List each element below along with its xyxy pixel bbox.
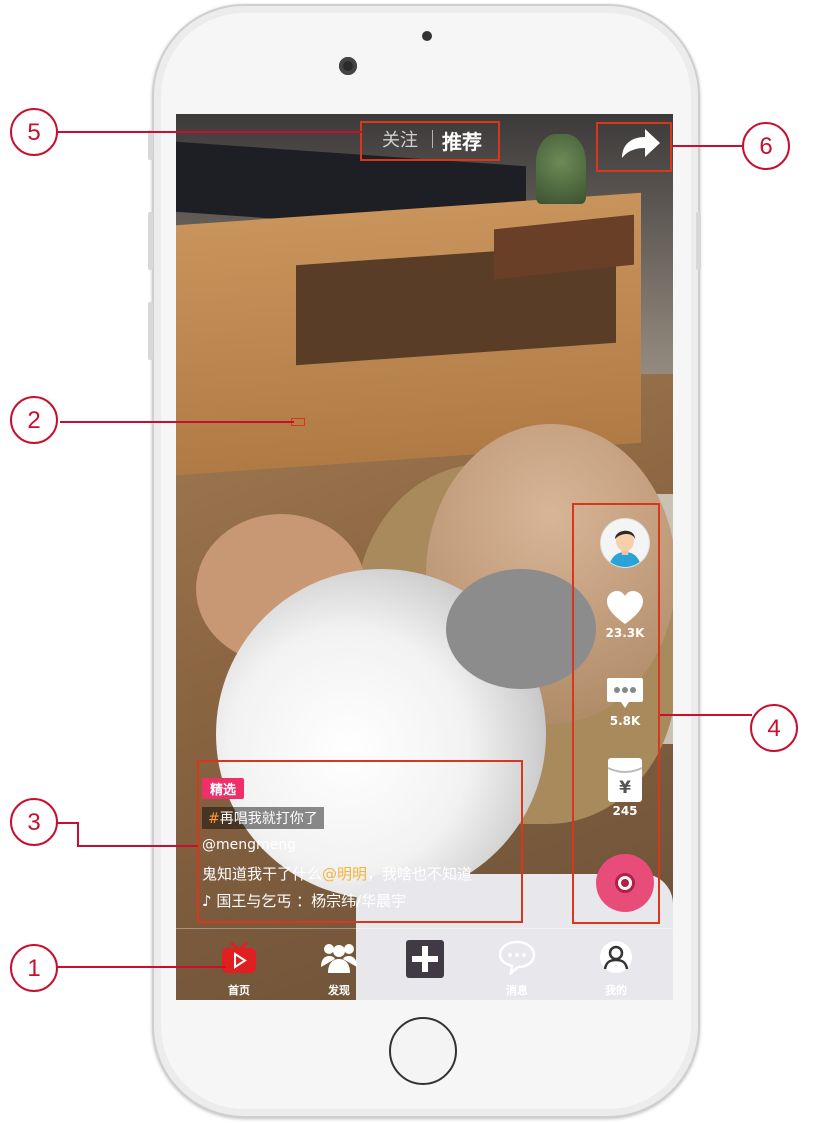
mute-switch bbox=[148, 130, 153, 160]
discover-people-icon bbox=[321, 944, 357, 973]
nav-home[interactable]: 首页 bbox=[209, 939, 269, 998]
callout-box-top-tabs bbox=[360, 121, 500, 161]
volume-down-button bbox=[148, 302, 153, 360]
nav-discover[interactable]: 发现 bbox=[309, 939, 369, 998]
leader-line-2 bbox=[60, 421, 294, 423]
callout-box-caption bbox=[197, 760, 523, 923]
leader-line-6 bbox=[672, 145, 742, 147]
nav-add[interactable] bbox=[395, 939, 455, 982]
callout-box-actions bbox=[572, 503, 660, 924]
bottom-nav: 首页 发现 消息 我的 bbox=[176, 928, 673, 1000]
power-button bbox=[696, 212, 701, 270]
volume-up-button bbox=[148, 212, 153, 270]
leader-line-1 bbox=[56, 966, 226, 968]
home-tv-icon bbox=[222, 941, 256, 973]
home-button[interactable] bbox=[389, 1017, 457, 1085]
callout-3: 3 bbox=[10, 798, 58, 846]
leader-line-3a bbox=[56, 822, 78, 824]
nav-messages[interactable]: 消息 bbox=[487, 939, 547, 998]
callout-1: 1 bbox=[10, 944, 58, 992]
callout-5: 5 bbox=[10, 108, 58, 156]
add-icon bbox=[406, 940, 444, 978]
front-camera bbox=[339, 57, 357, 75]
leader-line-5 bbox=[56, 131, 362, 133]
video-scene-plant bbox=[536, 134, 586, 204]
profile-icon bbox=[600, 941, 632, 973]
leader-line-3b bbox=[77, 822, 79, 846]
nav-me-label: 我的 bbox=[605, 984, 627, 997]
callout-box-share bbox=[596, 122, 672, 172]
front-sensor bbox=[422, 31, 432, 41]
nav-me[interactable]: 我的 bbox=[586, 939, 646, 998]
callout-2: 2 bbox=[10, 396, 58, 444]
message-icon bbox=[498, 940, 536, 977]
nav-home-label: 首页 bbox=[228, 984, 250, 997]
leader-line-3c bbox=[77, 845, 198, 847]
leader-line-4 bbox=[660, 714, 752, 716]
callout-4: 4 bbox=[750, 704, 798, 752]
nav-messages-label: 消息 bbox=[506, 984, 528, 997]
nav-discover-label: 发现 bbox=[328, 984, 350, 997]
callout-6: 6 bbox=[742, 122, 790, 170]
